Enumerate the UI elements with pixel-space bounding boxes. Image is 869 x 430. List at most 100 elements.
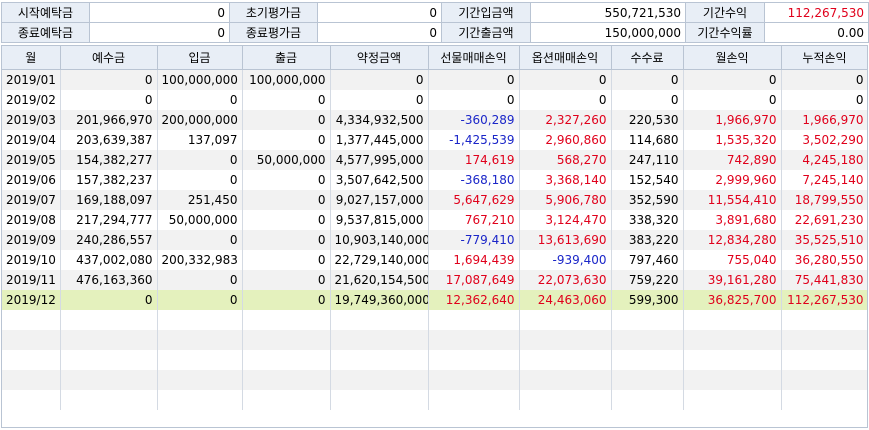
empty-row — [2, 310, 867, 330]
empty-cell — [519, 350, 612, 370]
fee-cell: 338,320 — [611, 210, 684, 230]
contract-cell: 4,334,932,500 — [330, 110, 429, 130]
empty-row — [2, 390, 867, 410]
contract-cell: 9,027,157,000 — [330, 190, 429, 210]
cumulative-pnl-cell: 7,245,140 — [781, 170, 867, 190]
end-valuation-label: 종료평가금 — [229, 22, 318, 43]
futures-pnl-cell: 174,619 — [428, 150, 520, 170]
futures-pnl-cell: 17,087,649 — [428, 270, 520, 290]
in-cell: 0 — [157, 230, 243, 250]
end-deposit-value: 0 — [89, 22, 230, 43]
empty-cell — [60, 390, 158, 410]
cumulative-pnl-cell: 22,691,230 — [781, 210, 867, 230]
empty-cell — [611, 310, 684, 330]
empty-cell — [683, 330, 782, 350]
monthly-pnl-cell: 2,999,960 — [683, 170, 782, 190]
table-row[interactable]: 2019/03 201,966,970 200,000,000 0 4,334,932,… — [2, 110, 867, 130]
empty-cell — [242, 310, 331, 330]
empty-cell — [2, 350, 61, 370]
table-row[interactable]: 2019/04 203,639,387 137,097 0 1,377,445,000-… — [2, 130, 867, 150]
deposit-cell: 0 — [60, 290, 158, 310]
empty-cell — [611, 390, 684, 410]
empty-cell — [60, 330, 158, 350]
period-profit-label: 기간수익 — [685, 2, 765, 23]
futures-pnl-cell: 767,210 — [428, 210, 520, 230]
fee-cell: 0 — [611, 90, 684, 110]
contract-cell: 19,749,360,000 — [330, 290, 429, 310]
cumulative-pnl-cell: 18,799,550 — [781, 190, 867, 210]
out-cell: 0 — [242, 290, 331, 310]
column-header-cumulative-pnl[interactable]: 누적손익 — [781, 46, 867, 70]
cumulative-pnl-cell: 75,441,830 — [781, 270, 867, 290]
in-cell: 0 — [157, 170, 243, 190]
table-row[interactable]: 2019/12 0 0 0 19,749,360,000 12,362,640 24,463… — [2, 290, 867, 310]
empty-cell — [242, 350, 331, 370]
column-header-options-pnl[interactable]: 옵션매매손익 — [519, 46, 612, 70]
period-withdrawal-value: 150,000,000 — [530, 22, 686, 43]
options-pnl-cell: 3,368,140 — [519, 170, 612, 190]
column-header-out[interactable]: 출금 — [242, 46, 331, 70]
empty-cell — [781, 310, 867, 330]
column-header-contract[interactable]: 약정금액 — [330, 46, 429, 70]
deposit-cell: 0 — [60, 69, 158, 90]
fee-cell: 247,110 — [611, 150, 684, 170]
table-row[interactable]: 2019/05 154,382,277 0 50,000,000 4,577,995,0… — [2, 150, 867, 170]
contract-cell: 22,729,140,000 — [330, 250, 429, 270]
fee-cell: 220,530 — [611, 110, 684, 130]
column-header-deposit[interactable]: 예수금 — [60, 46, 158, 70]
out-cell: 0 — [242, 90, 331, 110]
table-row[interactable]: 2019/08 217,294,777 50,000,000 0 9,537,815,0… — [2, 210, 867, 230]
cumulative-pnl-cell: 112,267,530 — [781, 290, 867, 310]
contract-cell: 0 — [330, 69, 429, 90]
empty-cell — [157, 350, 243, 370]
monthly-pnl-cell: 12,834,280 — [683, 230, 782, 250]
in-cell: 0 — [157, 90, 243, 110]
summary-panel: 시작예탁금 0 초기평가금 0 기간입금액 550,721,530 기간수익 1… — [1, 2, 869, 43]
month-cell: 2019/08 — [2, 210, 61, 230]
cumulative-pnl-cell: 1,966,970 — [781, 110, 867, 130]
table-row[interactable]: 2019/01 0 100,000,000 100,000,000 0 0 0 0 0 0 — [2, 69, 867, 90]
table-row[interactable]: 2019/10 437,002,080 200,332,983 0 22,729,140… — [2, 250, 867, 270]
futures-pnl-cell: -1,425,539 — [428, 130, 520, 150]
table-header-row: 월 예수금 입금 출금 약정금액 선물매매손익 옵션매매손익 수수료 월손익 누… — [2, 46, 867, 70]
month-cell: 2019/04 — [2, 130, 61, 150]
table-row[interactable]: 2019/11 476,163,360 0 0 21,620,154,500 17,087… — [2, 270, 867, 290]
options-pnl-cell: -939,400 — [519, 250, 612, 270]
column-header-futures-pnl[interactable]: 선물매매손익 — [428, 46, 520, 70]
monthly-grid-container[interactable]: 월 예수금 입금 출금 약정금액 선물매매손익 옵션매매손익 수수료 월손익 누… — [1, 45, 868, 428]
options-pnl-cell: 0 — [519, 69, 612, 90]
monthly-pnl-cell: 742,890 — [683, 150, 782, 170]
contract-cell: 0 — [330, 90, 429, 110]
fee-cell: 599,300 — [611, 290, 684, 310]
empty-cell — [157, 390, 243, 410]
table-row[interactable]: 2019/06 157,382,237 0 0 3,507,642,500 -368,18… — [2, 170, 867, 190]
month-cell: 2019/01 — [2, 69, 61, 90]
empty-row — [2, 350, 867, 370]
empty-cell — [242, 330, 331, 350]
futures-pnl-cell: 0 — [428, 90, 520, 110]
month-cell: 2019/03 — [2, 110, 61, 130]
column-header-month[interactable]: 월 — [2, 46, 61, 70]
out-cell: 0 — [242, 110, 331, 130]
in-cell: 50,000,000 — [157, 210, 243, 230]
monthly-pnl-table[interactable]: 월 예수금 입금 출금 약정금액 선물매매손익 옵션매매손익 수수료 월손익 누… — [2, 46, 867, 410]
period-return-rate-value: 0.00 — [764, 22, 869, 43]
empty-cell — [519, 370, 612, 390]
period-withdrawal-label: 기간출금액 — [441, 22, 531, 43]
column-header-monthly-pnl[interactable]: 월손익 — [683, 46, 782, 70]
monthly-pnl-cell: 755,040 — [683, 250, 782, 270]
in-cell: 200,000,000 — [157, 110, 243, 130]
fee-cell: 114,680 — [611, 130, 684, 150]
in-cell: 200,332,983 — [157, 250, 243, 270]
in-cell: 0 — [157, 290, 243, 310]
deposit-cell: 157,382,237 — [60, 170, 158, 190]
column-header-in[interactable]: 입금 — [157, 46, 243, 70]
table-row[interactable]: 2019/09 240,286,557 0 0 10,903,140,000 -779,4… — [2, 230, 867, 250]
month-cell: 2019/11 — [2, 270, 61, 290]
column-header-fee[interactable]: 수수료 — [611, 46, 684, 70]
contract-cell: 21,620,154,500 — [330, 270, 429, 290]
in-cell: 137,097 — [157, 130, 243, 150]
table-row[interactable]: 2019/02 0 0 0 0 0 0 0 0 0 — [2, 90, 867, 110]
table-row[interactable]: 2019/07 169,188,097 251,450 0 9,027,157,000 5… — [2, 190, 867, 210]
empty-cell — [2, 370, 61, 390]
